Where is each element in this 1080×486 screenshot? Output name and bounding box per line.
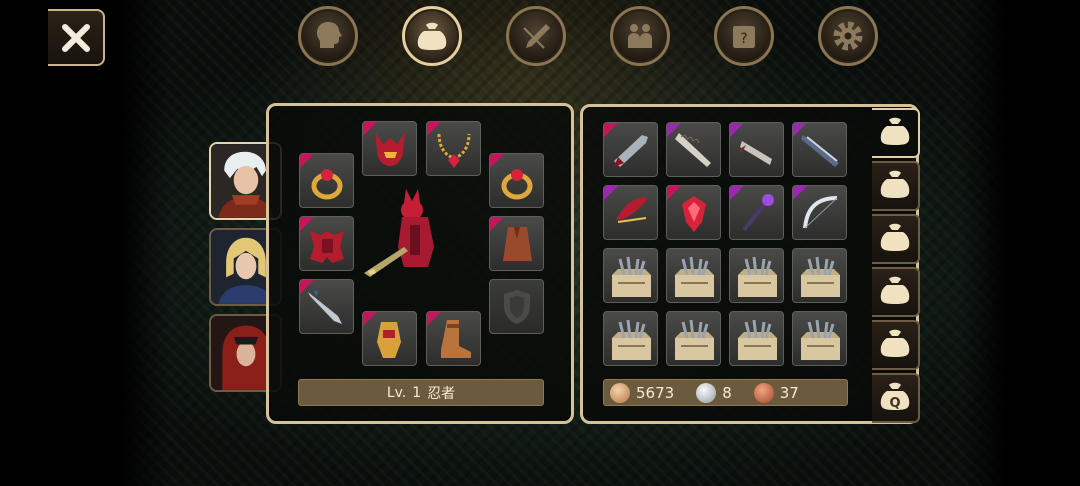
character-sprite	[364, 189, 434, 277]
gauntlet-icon	[377, 322, 401, 358]
level-prefix: Lv.	[386, 384, 407, 401]
bag-icon	[880, 223, 910, 251]
dark-greatsword-icon	[801, 135, 839, 167]
bag-tab-4[interactable]	[872, 267, 920, 317]
equip-slot-ring-left[interactable]	[299, 153, 354, 208]
nav-settings-button[interactable]	[818, 6, 878, 66]
inventory-slot[interactable]	[603, 185, 658, 240]
dragon-helm-icon	[375, 132, 405, 166]
bag-icon	[880, 276, 910, 304]
inventory-slot[interactable]	[666, 311, 721, 366]
screen-edge-left	[0, 0, 170, 486]
nav-quests-button[interactable]: ?	[714, 6, 774, 66]
bag-tab-3[interactable]	[872, 214, 920, 264]
equip-slot-necklace[interactable]	[426, 121, 481, 176]
necklace-icon	[437, 133, 471, 168]
gold-coin-icon	[610, 382, 630, 403]
close-button[interactable]	[48, 9, 105, 66]
silver-coin-icon	[696, 382, 717, 403]
quest-bag-icon: Q	[880, 382, 910, 411]
equip-slot-armor[interactable]	[299, 216, 354, 271]
equip-slot-ring-right[interactable]	[489, 153, 544, 208]
inventory-slot[interactable]	[603, 122, 658, 177]
bag-tab-label: Q	[889, 396, 900, 411]
red-blade-icon	[614, 135, 648, 167]
bag-icon	[880, 117, 910, 145]
ruby-shield-icon	[682, 196, 706, 232]
inventory-slot[interactable]	[666, 122, 721, 177]
weapon-crate-icon	[738, 319, 777, 360]
crossed-sword-icon	[523, 24, 550, 49]
copper-amount: 37	[779, 383, 799, 402]
inventory-slot[interactable]	[792, 185, 847, 240]
weapon-crate-icon	[801, 319, 840, 360]
silver-bow-icon	[803, 196, 838, 229]
equip-slot-gloves[interactable]	[362, 311, 417, 366]
currency-bar: 5673 8 37	[603, 379, 848, 406]
gear-icon	[833, 21, 863, 51]
nav-skills-button[interactable]	[506, 6, 566, 66]
close-icon	[61, 23, 90, 52]
inventory-slot[interactable]	[792, 311, 847, 366]
inventory-slot[interactable]	[729, 248, 784, 303]
nav-party-button[interactable]	[610, 6, 670, 66]
inventory-slot[interactable]	[792, 248, 847, 303]
blade-icon	[308, 290, 342, 324]
ring-icon	[311, 169, 343, 200]
gold-amount: 5673	[636, 383, 675, 402]
copper-coin-icon	[753, 382, 774, 403]
equip-slot-weapon[interactable]	[299, 279, 354, 334]
head-silhouette-icon	[317, 22, 342, 48]
inventory-slot[interactable]	[603, 311, 658, 366]
svg-text:?: ?	[740, 31, 747, 47]
top-navigation: ?	[296, 6, 878, 68]
bag-tab-2[interactable]	[872, 161, 920, 211]
inventory-slot[interactable]	[603, 248, 658, 303]
ring-icon	[501, 169, 533, 200]
bag-tab-5[interactable]	[872, 320, 920, 370]
screen-edge-right	[960, 0, 1080, 486]
weapon-crate-icon	[738, 256, 777, 297]
weapon-crate-icon	[612, 256, 651, 297]
party-people-icon	[628, 24, 652, 48]
inventory-slot[interactable]	[729, 185, 784, 240]
bag-icon	[880, 329, 910, 357]
weapon-crate-icon	[675, 256, 714, 297]
silver-amount: 8	[722, 383, 732, 402]
quest-scroll-icon: ?	[733, 26, 755, 48]
empty-shield-icon	[504, 290, 530, 324]
equip-slot-cloak[interactable]	[489, 216, 544, 271]
character-level-label: Lv. 1 忍者	[298, 379, 544, 406]
class-name: 忍者	[427, 385, 456, 402]
cloak-icon	[503, 227, 532, 261]
dragon-armor-icon	[310, 231, 344, 263]
bag-icon	[417, 22, 447, 50]
bag-tab-1[interactable]	[872, 108, 920, 158]
bag-tab-6[interactable]: Q	[872, 373, 920, 423]
weapon-crate-icon	[675, 319, 714, 360]
equip-slot-boots[interactable]	[426, 311, 481, 366]
inventory-slot[interactable]	[729, 311, 784, 366]
nav-character-button[interactable]	[298, 6, 358, 66]
equip-slot-offhand[interactable]	[489, 279, 544, 334]
level-value: 1	[412, 384, 422, 401]
bag-icon	[880, 170, 910, 198]
inventory-slot[interactable]	[666, 248, 721, 303]
red-wing-bow-icon	[616, 197, 648, 223]
inventory-slot[interactable]	[729, 122, 784, 177]
weapon-crate-icon	[612, 319, 651, 360]
weapon-crate-icon	[801, 256, 840, 297]
equip-slot-helmet[interactable]	[362, 121, 417, 176]
nav-inventory-button[interactable]	[402, 6, 462, 66]
inventory-slot[interactable]	[666, 185, 721, 240]
jagged-knife-icon	[740, 141, 772, 165]
boots-icon	[441, 320, 471, 358]
bone-saw-blade-icon	[675, 133, 711, 167]
inventory-slot[interactable]	[792, 122, 847, 177]
purple-staff-icon	[742, 194, 774, 232]
